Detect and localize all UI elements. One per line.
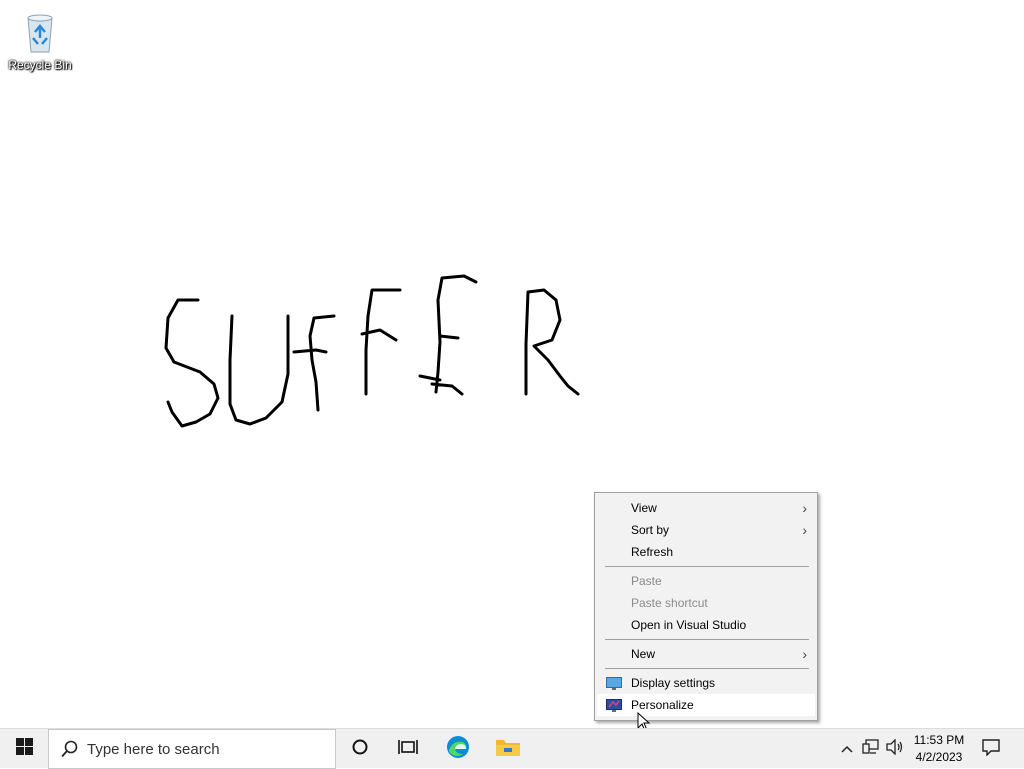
desktop[interactable]: Recycle Bin View › Sort by › Refresh Pas… [0, 0, 1024, 732]
menu-item-label: Refresh [631, 545, 674, 559]
menu-item-personalize[interactable]: Personalize [597, 694, 815, 716]
menu-item-label: Open in Visual Studio [631, 618, 747, 632]
desktop-context-menu: View › Sort by › Refresh Paste Paste sho… [594, 492, 818, 721]
chevron-right-icon: › [802, 522, 807, 538]
desktop-icon-recycle-bin[interactable]: Recycle Bin [4, 8, 76, 72]
menu-item-new[interactable]: New › [597, 643, 815, 665]
start-button[interactable] [0, 729, 48, 769]
chevron-right-icon: › [802, 646, 807, 662]
network-icon [862, 738, 880, 760]
menu-separator [605, 668, 809, 669]
display-settings-icon [606, 676, 622, 690]
taskbar-search-box[interactable]: Type here to search [48, 729, 336, 769]
volume-button[interactable] [884, 729, 906, 769]
menu-item-label: View [631, 501, 657, 515]
taskbar-file-explorer-button[interactable] [484, 729, 532, 769]
search-icon [61, 740, 79, 758]
show-hidden-icons-button[interactable] [836, 729, 858, 769]
cortana-icon [351, 738, 369, 761]
task-view-icon [398, 738, 418, 761]
taskbar: Type here to search 11:53 PM 4/2/2023 [0, 728, 1024, 769]
handwritten-drawing [164, 274, 580, 428]
menu-item-refresh[interactable]: Refresh [597, 541, 815, 563]
menu-item-label: New [631, 647, 656, 661]
windows-logo-icon [15, 738, 33, 760]
menu-separator [605, 566, 809, 567]
menu-item-paste-shortcut: Paste shortcut [597, 592, 815, 614]
menu-item-label: Paste [631, 574, 662, 588]
task-view-button[interactable] [384, 729, 432, 769]
menu-item-view[interactable]: View › [597, 497, 815, 519]
menu-item-label: Personalize [631, 698, 694, 712]
menu-item-open-in-visual-studio[interactable]: Open in Visual Studio [597, 614, 815, 636]
clock-date: 4/2/2023 [915, 750, 963, 764]
speaker-icon [886, 737, 904, 760]
search-placeholder: Type here to search [87, 740, 220, 758]
menu-item-sort-by[interactable]: Sort by › [597, 519, 815, 541]
network-status-button[interactable] [860, 729, 882, 769]
taskbar-edge-button[interactable] [434, 729, 482, 769]
menu-separator [605, 639, 809, 640]
drawing-stroke-e [418, 274, 478, 396]
drawing-stroke-u [228, 314, 290, 426]
menu-item-label: Display settings [631, 676, 716, 690]
edge-browser-icon [445, 734, 471, 765]
drawing-stroke-f2 [360, 288, 402, 396]
drawing-stroke-s [164, 298, 220, 428]
menu-item-paste: Paste [597, 570, 815, 592]
menu-item-display-settings[interactable]: Display settings [597, 672, 815, 694]
drawing-stroke-f1 [292, 314, 336, 412]
notification-icon [982, 738, 1000, 761]
desktop-icon-label: Recycle Bin [8, 58, 72, 72]
taskbar-clock[interactable]: 11:53 PM 4/2/2023 [906, 729, 972, 769]
chevron-right-icon: › [802, 500, 807, 516]
personalize-icon [606, 698, 622, 712]
cortana-button[interactable] [336, 729, 384, 769]
chevron-up-icon [841, 740, 853, 758]
clock-time: 11:53 PM [913, 733, 965, 747]
folder-icon [495, 736, 521, 763]
menu-item-label: Paste shortcut [631, 596, 708, 610]
drawing-stroke-r [524, 288, 580, 396]
action-center-button[interactable] [968, 729, 1014, 769]
recycle-bin-icon [16, 8, 64, 56]
menu-item-label: Sort by [631, 523, 670, 537]
